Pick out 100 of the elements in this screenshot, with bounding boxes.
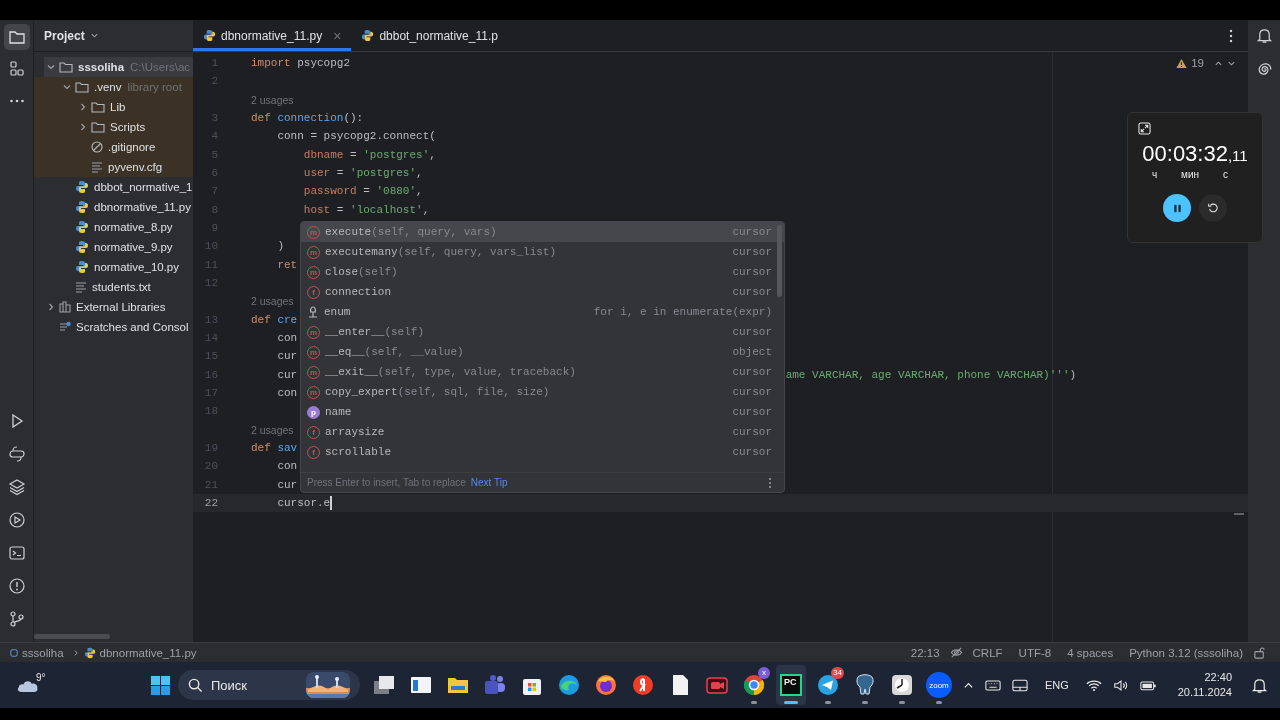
browser-icon[interactable] <box>557 673 581 697</box>
completion-item[interactable]: m __eq__(self, __value) object <box>301 342 784 362</box>
task-view-icon[interactable] <box>372 673 396 697</box>
tree-hint: library root <box>127 81 182 93</box>
completion-item[interactable]: m __enter__(self) cursor <box>301 322 784 342</box>
caret-position[interactable]: 22:13 <box>910 646 940 659</box>
chevron-icon[interactable] <box>62 82 72 92</box>
tree-item[interactable]: Scratches and Consol <box>34 317 193 337</box>
keyboard-icon[interactable] <box>984 678 1001 692</box>
terminal-icon[interactable] <box>7 543 26 562</box>
temperature[interactable]: 9° <box>36 671 46 683</box>
browser-icon[interactable] <box>594 673 618 697</box>
panel-title[interactable]: Project <box>44 28 85 43</box>
tree-item[interactable]: Scripts <box>34 117 193 137</box>
layers-icon[interactable] <box>7 477 26 496</box>
tree-item[interactable]: normative_8.py <box>34 217 193 237</box>
completion-item[interactable]: m __exit__(self, type, value, traceback) cursor <box>301 362 784 382</box>
console-icon[interactable] <box>7 444 26 463</box>
completion-item[interactable]: m copy_expert(self, sql, file, size) cursor <box>301 382 784 402</box>
taskbar-app[interactable]: x <box>739 665 769 705</box>
completion-item[interactable]: enum for i, e in enumerate(expr) <box>301 302 784 322</box>
battery-icon[interactable] <box>1139 678 1157 692</box>
usages-hint[interactable]: 2 usages <box>251 295 294 308</box>
code-line: import psycopg2 <box>251 57 351 70</box>
zoom-icon[interactable]: zoom <box>926 672 952 698</box>
notification-badge: x <box>758 667 770 679</box>
close-button[interactable]: × <box>333 27 342 44</box>
editor-tab[interactable]: dbbot_normative_11.p <box>351 20 508 51</box>
reset-button[interactable] <box>1199 194 1227 222</box>
usages-hint[interactable]: 2 usages <box>251 423 294 436</box>
tree-item[interactable]: .gitignore <box>34 137 193 157</box>
completion-item[interactable]: f scrollable cursor <box>301 442 784 462</box>
warning-icon[interactable] <box>1176 57 1188 69</box>
code-line: cur <box>276 350 298 363</box>
git-icon[interactable] <box>7 609 26 628</box>
taskbar-app[interactable]: 34 <box>813 665 843 705</box>
problems-icon[interactable] <box>7 576 26 595</box>
browser-icon[interactable] <box>742 673 766 697</box>
indent-setting[interactable]: 4 spaces <box>1067 646 1114 659</box>
completion-item[interactable]: p name cursor <box>301 402 784 422</box>
scrollbar[interactable] <box>777 225 782 297</box>
clock-icon[interactable] <box>890 673 914 697</box>
chevron-icon[interactable] <box>78 102 88 112</box>
breadcrumb-item[interactable]: dbnormative_11.py <box>99 646 197 659</box>
completion-item[interactable]: m executemany(self, query, vars_list) cursor <box>301 242 784 262</box>
next-tip-link[interactable]: Next Tip <box>470 477 508 489</box>
completion-item[interactable]: m execute(self, query, vars) cursor <box>301 222 784 242</box>
touchpad-icon[interactable] <box>1011 678 1028 692</box>
tree-item[interactable]: External Libraries <box>34 297 193 317</box>
line-separator[interactable]: CRLF <box>972 646 1003 659</box>
search-field[interactable]: Поиск <box>211 677 291 693</box>
elephant-icon[interactable] <box>853 673 877 697</box>
usages-hint[interactable]: 2 usages <box>251 93 294 106</box>
tree-item[interactable]: students.txt <box>34 277 193 297</box>
taskbar-app[interactable]: PC <box>776 665 806 705</box>
warning-count[interactable]: 19 <box>1191 57 1204 69</box>
taskbar-app[interactable]: zoom <box>924 665 954 705</box>
completion-item[interactable]: f connection cursor <box>301 282 784 302</box>
input-language[interactable]: ENG <box>1044 679 1069 691</box>
hidden-icon[interactable] <box>949 646 963 659</box>
editor-tab[interactable]: dbnormative_11.py × <box>193 20 352 51</box>
notifications-icon[interactable] <box>1255 27 1273 44</box>
chevron-icon[interactable] <box>46 302 56 312</box>
scrollbar[interactable] <box>34 634 110 639</box>
browser-icon[interactable] <box>631 673 655 697</box>
telegram-icon[interactable] <box>816 673 840 697</box>
teams-icon[interactable] <box>483 673 507 697</box>
time-unit: мин <box>1181 169 1200 180</box>
tree-item[interactable]: sssoliha C:\Users\ac <box>44 57 193 77</box>
clock-date[interactable]: 20.11.2024 <box>1177 685 1232 700</box>
wifi-icon[interactable] <box>1085 678 1102 692</box>
volume-icon[interactable] <box>1112 678 1129 692</box>
tree-item[interactable]: normative_10.py <box>34 257 193 277</box>
interpreter-selector[interactable]: Python 3.12 (sssoliha) <box>1129 646 1243 659</box>
tree-item[interactable]: Lib <box>34 97 193 117</box>
chevron-icon[interactable] <box>78 122 88 132</box>
clock-time[interactable]: 22:40 <box>1204 670 1232 685</box>
services-icon[interactable] <box>7 510 26 529</box>
chevron-icon[interactable] <box>89 31 99 40</box>
breadcrumb-item[interactable]: sssoliha <box>22 646 64 659</box>
completion-item[interactable]: f arraysize cursor <box>301 422 784 442</box>
tree-item[interactable]: pyvenv.cfg <box>34 157 193 177</box>
expand-icon[interactable] <box>1138 122 1151 135</box>
code-line: conn = psycopg2.connect( <box>276 130 436 143</box>
tree-item[interactable]: dbbot_normative_1 <box>34 177 193 197</box>
completion-item[interactable]: m close(self) cursor <box>301 262 784 282</box>
search-bar[interactable]: Поиск <box>178 670 360 700</box>
chevron-icon[interactable] <box>46 62 56 72</box>
pause-button[interactable] <box>1163 194 1191 222</box>
code-line: cur <box>276 478 298 491</box>
more-icon[interactable] <box>1229 28 1233 43</box>
tree-item[interactable]: normative_9.py <box>34 237 193 257</box>
ide-icon[interactable]: PC <box>780 674 802 696</box>
tree-item[interactable]: .venv library root <box>34 77 193 97</box>
lock-icon[interactable] <box>1253 646 1266 659</box>
start-icon[interactable] <box>150 674 171 696</box>
file-encoding[interactable]: UTF-8 <box>1018 646 1052 659</box>
tree-item[interactable]: dbnormative_11.py <box>34 197 193 217</box>
notifications-icon[interactable] <box>1251 676 1268 694</box>
code-line: password = '0880', <box>302 185 423 198</box>
